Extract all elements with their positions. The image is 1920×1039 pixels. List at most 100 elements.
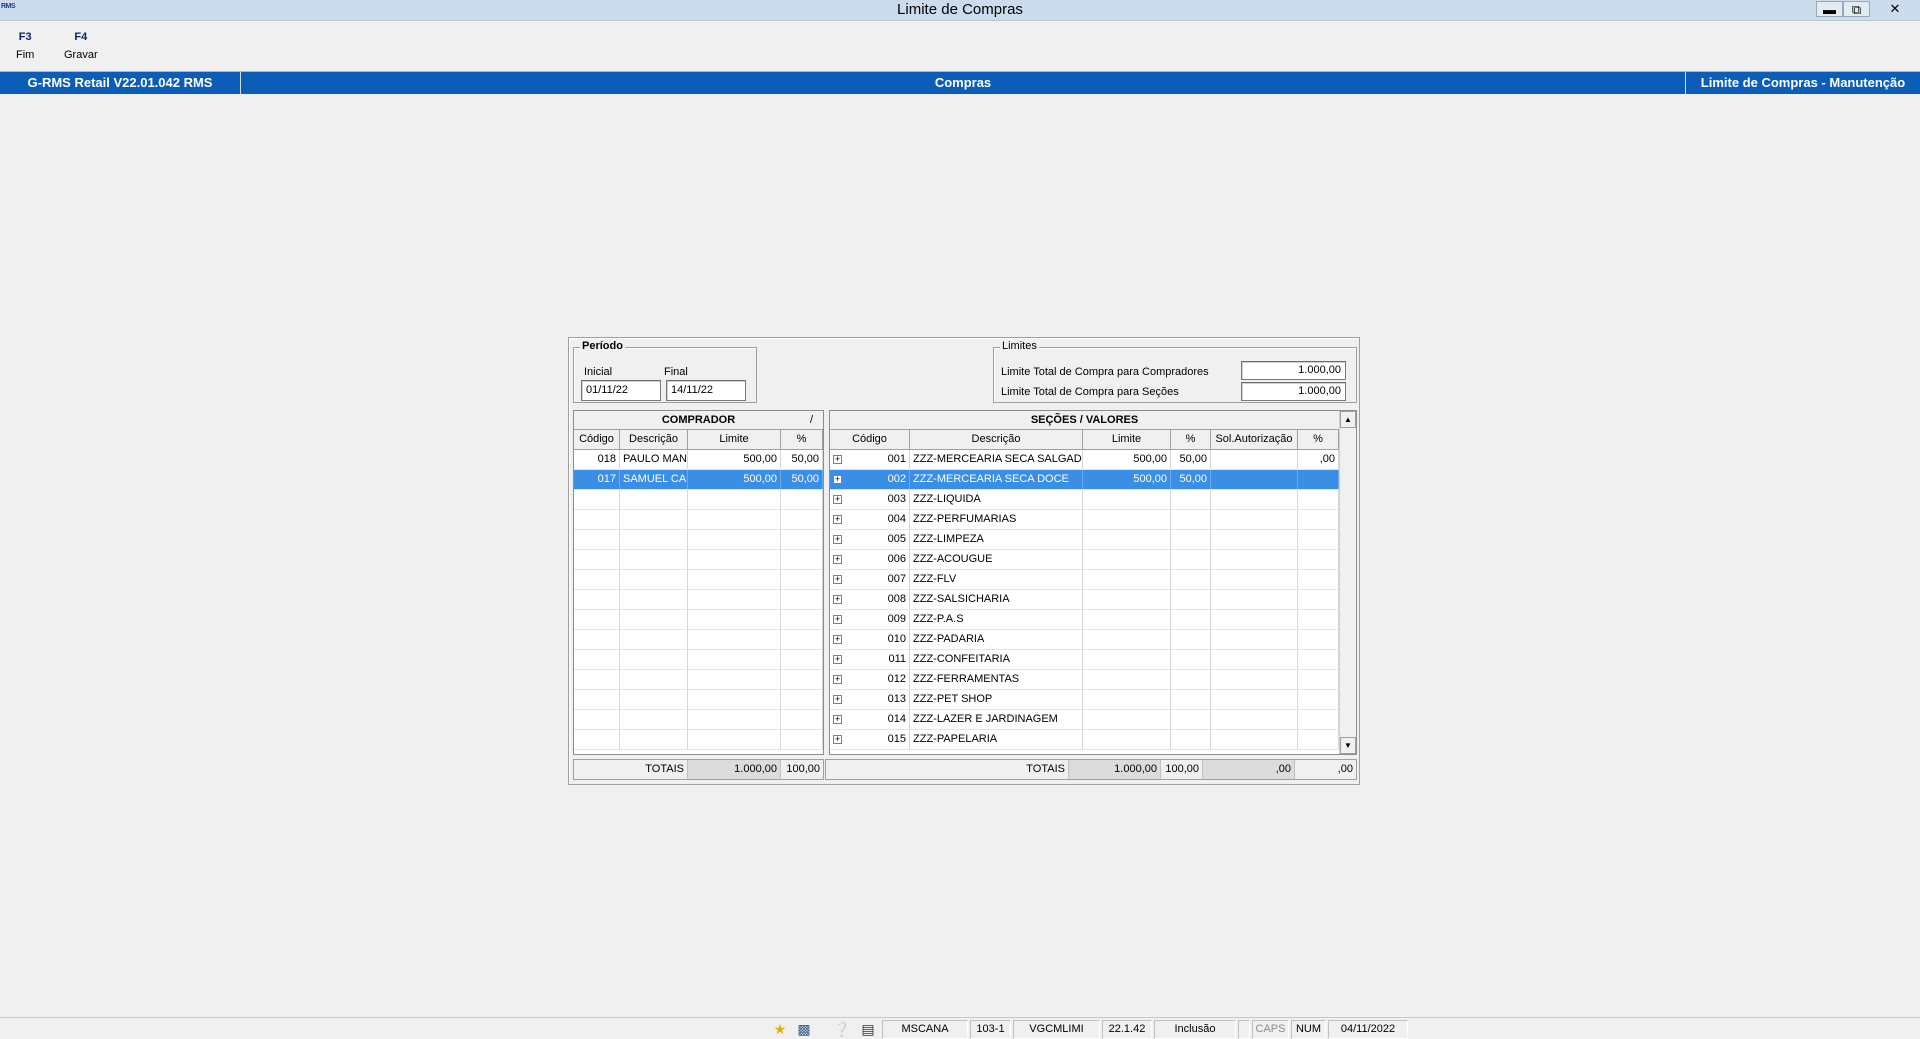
cell-pct[interactable]: 50,00 [1171, 450, 1211, 469]
cell-pct[interactable] [1171, 730, 1211, 749]
table-row[interactable]: +005 ZZZ-LIMPEZA [830, 530, 1339, 550]
cell-limite[interactable] [688, 530, 781, 549]
cell-pct[interactable] [1171, 570, 1211, 589]
cell-sol-autorizacao[interactable] [1211, 730, 1298, 749]
cell-limite[interactable] [688, 730, 781, 749]
cell-pct[interactable] [1171, 710, 1211, 729]
cell-limite[interactable] [1083, 490, 1171, 509]
cell-codigo[interactable]: +004 [830, 510, 910, 529]
secoes-scrollbar[interactable]: ▲ ▼ [1339, 411, 1356, 754]
expand-plus-icon[interactable]: + [833, 514, 842, 524]
cell-pct[interactable] [1171, 650, 1211, 669]
cell-limite[interactable] [688, 670, 781, 689]
star-icon[interactable]: ★ [769, 1020, 791, 1039]
cell-pct[interactable] [781, 690, 823, 709]
table-row[interactable]: +008 ZZZ-SALSICHARIA [830, 590, 1339, 610]
cell-codigo[interactable]: +008 [830, 590, 910, 609]
cell-pct[interactable] [1171, 490, 1211, 509]
table-row[interactable] [574, 670, 823, 690]
expand-plus-icon[interactable]: + [833, 734, 842, 744]
cell-limite[interactable] [688, 570, 781, 589]
cell-limite[interactable] [688, 510, 781, 529]
cell-codigo[interactable] [574, 610, 620, 629]
cell-descricao[interactable]: ZZZ-LIQUIDA [910, 490, 1083, 509]
cell-descricao[interactable] [620, 670, 688, 689]
scroll-up-icon[interactable]: ▲ [1340, 411, 1356, 428]
f4-gravar-button[interactable]: F4 Gravar [64, 31, 98, 61]
cell-codigo[interactable]: +002 [830, 470, 910, 489]
cell-pct[interactable] [781, 490, 823, 509]
limite-compradores-input[interactable]: 1.000,00 [1241, 361, 1346, 380]
cell-sol-autorizacao[interactable] [1211, 550, 1298, 569]
cell-limite[interactable] [688, 630, 781, 649]
cell-codigo[interactable] [574, 630, 620, 649]
cell-codigo[interactable]: +005 [830, 530, 910, 549]
cell-pct2[interactable] [1298, 590, 1339, 609]
cell-descricao[interactable]: PAULO MAN [620, 450, 688, 469]
cell-limite[interactable] [688, 650, 781, 669]
clipboard-icon[interactable]: ▤ [857, 1020, 879, 1039]
minimize-icon[interactable]: ▬ [1816, 1, 1843, 17]
cell-pct[interactable] [1171, 510, 1211, 529]
cell-codigo[interactable]: +013 [830, 690, 910, 709]
cell-codigo[interactable] [574, 670, 620, 689]
cell-pct[interactable] [781, 590, 823, 609]
expand-plus-icon[interactable]: + [833, 554, 842, 564]
col-pct2[interactable]: % [1298, 430, 1339, 449]
cell-codigo[interactable] [574, 590, 620, 609]
cell-sol-autorizacao[interactable] [1211, 510, 1298, 529]
table-row[interactable]: +013 ZZZ-PET SHOP [830, 690, 1339, 710]
cell-codigo[interactable]: +015 [830, 730, 910, 749]
table-row[interactable]: +001 ZZZ-MERCEARIA SECA SALGADA 500,00 50,0… [830, 450, 1339, 470]
cell-limite[interactable] [688, 710, 781, 729]
col-sol-autorizacao[interactable]: Sol.Autorização [1211, 430, 1298, 449]
expand-plus-icon[interactable]: + [833, 714, 842, 724]
cell-pct2[interactable] [1298, 530, 1339, 549]
table-row[interactable]: +007 ZZZ-FLV [830, 570, 1339, 590]
cell-limite[interactable]: 500,00 [1083, 450, 1171, 469]
expand-plus-icon[interactable]: + [833, 474, 842, 484]
cell-pct[interactable] [781, 610, 823, 629]
cell-codigo[interactable]: +010 [830, 630, 910, 649]
cell-limite[interactable] [1083, 590, 1171, 609]
cell-pct[interactable] [781, 710, 823, 729]
table-row[interactable] [574, 530, 823, 550]
expand-plus-icon[interactable]: + [833, 534, 842, 544]
cell-pct2[interactable] [1298, 610, 1339, 629]
cell-sol-autorizacao[interactable] [1211, 590, 1298, 609]
cell-pct[interactable] [781, 550, 823, 569]
cell-limite[interactable] [1083, 570, 1171, 589]
table-row[interactable] [574, 650, 823, 670]
cell-limite[interactable] [1083, 670, 1171, 689]
cell-descricao[interactable]: SAMUEL CA [620, 470, 688, 489]
close-icon[interactable]: ✕ [1875, 1, 1915, 17]
cell-pct[interactable] [781, 510, 823, 529]
limite-secoes-input[interactable]: 1.000,00 [1241, 382, 1346, 401]
cell-sol-autorizacao[interactable] [1211, 570, 1298, 589]
table-row[interactable] [574, 630, 823, 650]
cell-pct[interactable] [1171, 610, 1211, 629]
cell-pct2[interactable] [1298, 690, 1339, 709]
cell-sol-autorizacao[interactable] [1211, 490, 1298, 509]
col-pct[interactable]: % [781, 430, 823, 449]
cell-codigo[interactable]: 018 [574, 450, 620, 469]
cell-codigo[interactable]: +001 [830, 450, 910, 469]
col-limite[interactable]: Limite [1083, 430, 1171, 449]
cell-codigo[interactable] [574, 510, 620, 529]
table-row[interactable] [574, 690, 823, 710]
cell-descricao[interactable] [620, 550, 688, 569]
periodo-final-input[interactable]: 14/11/22 [666, 380, 746, 401]
cell-limite[interactable] [1083, 730, 1171, 749]
expand-plus-icon[interactable]: + [833, 654, 842, 664]
cell-codigo[interactable]: +006 [830, 550, 910, 569]
user-card-icon[interactable]: ▩ [793, 1020, 815, 1039]
cell-pct2[interactable] [1298, 570, 1339, 589]
col-pct[interactable]: % [1171, 430, 1211, 449]
help-icon[interactable]: ❔ [831, 1020, 853, 1039]
cell-descricao[interactable]: ZZZ-FLV [910, 570, 1083, 589]
cell-codigo[interactable] [574, 550, 620, 569]
cell-limite[interactable] [1083, 610, 1171, 629]
cell-sol-autorizacao[interactable] [1211, 690, 1298, 709]
cell-descricao[interactable]: ZZZ-PERFUMARIAS [910, 510, 1083, 529]
cell-limite[interactable] [1083, 650, 1171, 669]
